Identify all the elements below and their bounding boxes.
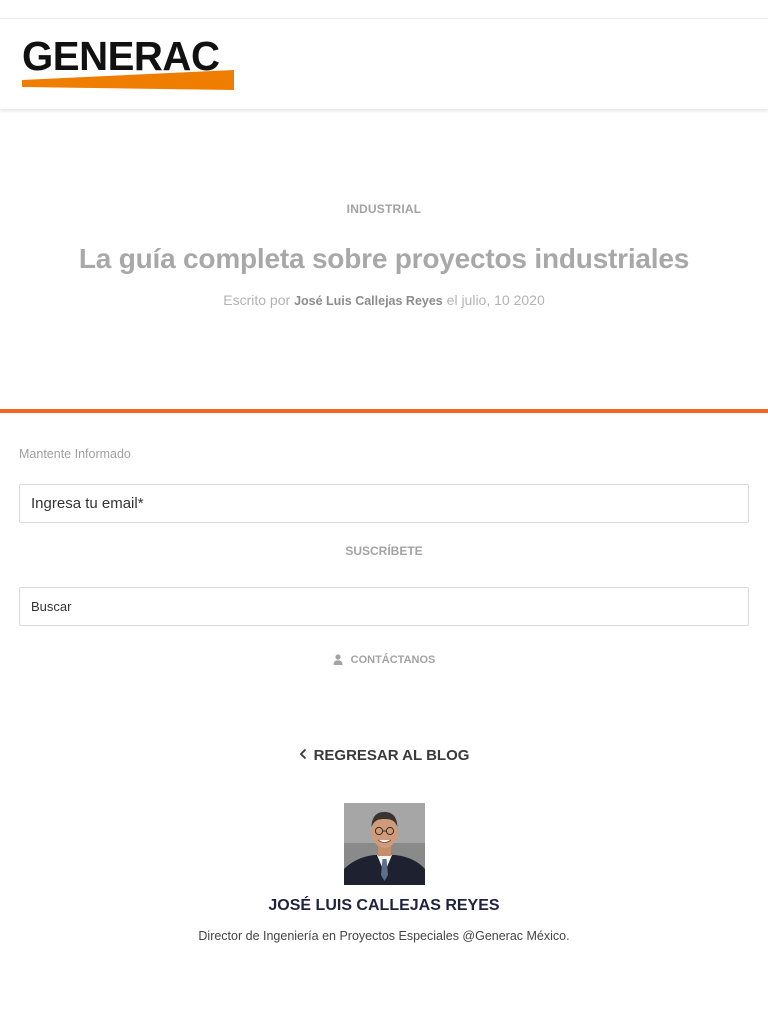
subscribe-button[interactable]: SUSCRÍBETE xyxy=(0,544,768,558)
post-category[interactable]: INDUSTRIAL xyxy=(0,202,768,216)
author-portrait xyxy=(344,803,425,885)
logo-swoosh xyxy=(22,70,234,90)
user-icon xyxy=(333,654,343,665)
search-input[interactable] xyxy=(19,587,749,626)
site-header: GENERAC xyxy=(0,18,768,109)
accent-divider xyxy=(0,409,768,413)
byline-date: el julio, 10 2020 xyxy=(446,292,545,308)
author-name: JOSÉ LUIS CALLEJAS REYES xyxy=(268,897,500,914)
byline-author[interactable]: José Luis Callejas Reyes xyxy=(294,294,443,308)
byline-prefix: Escrito por xyxy=(223,292,291,308)
generac-logo[interactable]: GENERAC xyxy=(22,36,234,93)
chevron-left-icon xyxy=(299,748,306,760)
subscribe-heading: Mantente Informado xyxy=(19,447,131,461)
post-title: La guía completa sobre proyectos industr… xyxy=(78,243,690,274)
post-hero: INDUSTRIAL La guía completa sobre proyec… xyxy=(0,109,768,409)
back-label: REGRESAR AL BLOG xyxy=(313,747,470,764)
post-byline: Escrito por José Luis Callejas Reyes el … xyxy=(0,292,768,308)
contact-link[interactable]: CONTÁCTANOS xyxy=(0,654,768,666)
contact-label: CONTÁCTANOS xyxy=(350,654,436,666)
author-avatar xyxy=(344,803,425,885)
author-bio: Director de Ingeniería en Proyectos Espe… xyxy=(198,929,570,943)
email-input[interactable] xyxy=(19,484,749,523)
back-to-blog-link[interactable]: REGRESAR AL BLOG xyxy=(0,747,768,764)
